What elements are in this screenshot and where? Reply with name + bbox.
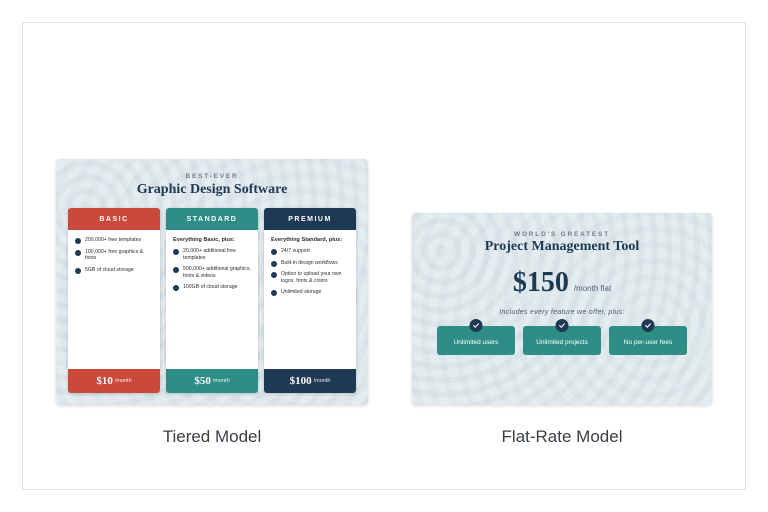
feature-item: Unlimited storage bbox=[271, 289, 349, 296]
tiered-card: BEST-EVER Graphic Design Software BASIC … bbox=[56, 159, 368, 405]
feature-item: 5GB of cloud storage bbox=[75, 267, 153, 274]
feature-item: 100,000+ free graphics & fonts bbox=[75, 249, 153, 262]
tier-premium: PREMIUM Everything Standard, plus: 24/7 … bbox=[264, 208, 356, 393]
feature-item: 20,000+ additional free templates bbox=[173, 248, 251, 261]
cards-row: BEST-EVER Graphic Design Software BASIC … bbox=[56, 159, 712, 447]
tier-premium-unit: /month bbox=[314, 378, 331, 384]
tier-premium-header: PREMIUM bbox=[264, 208, 356, 230]
flat-pill-users: Unlimited users bbox=[437, 326, 515, 355]
flat-price-row: $150 /month flat bbox=[513, 267, 611, 299]
tier-basic: BASIC 200,000+ free templates 100,000+ f… bbox=[68, 208, 160, 393]
feature-item: 100GB of cloud storage bbox=[173, 284, 251, 291]
flat-caption: Flat-Rate Model bbox=[502, 427, 623, 447]
flat-pill-fees: No per-user fees bbox=[609, 326, 687, 355]
flat-pills-row: Unlimited users Unlimited projects bbox=[437, 326, 687, 355]
feature-item: 24/7 support bbox=[271, 248, 349, 255]
feature-item: 200,000+ free templates bbox=[75, 237, 153, 244]
tier-premium-features: 24/7 support Built-in design workflows O… bbox=[271, 248, 349, 296]
check-icon bbox=[642, 319, 655, 332]
tiered-eyebrow: BEST-EVER bbox=[185, 173, 238, 180]
flat-tagline: Includes every feature we offer, plus: bbox=[499, 309, 624, 316]
flat-column: WORLD'S GREATEST Project Management Tool… bbox=[412, 213, 712, 447]
tier-basic-footer: $10 /month bbox=[68, 369, 160, 393]
tier-premium-price: $100 bbox=[290, 375, 312, 387]
tier-standard: STANDARD Everything Basic, plus: 20,000+… bbox=[166, 208, 258, 393]
tier-standard-body: Everything Basic, plus: 20,000+ addition… bbox=[166, 230, 258, 369]
flat-price: $150 bbox=[513, 267, 569, 299]
tiers-row: BASIC 200,000+ free templates 100,000+ f… bbox=[68, 208, 356, 393]
pill-label: Unlimited projects bbox=[536, 339, 588, 346]
tier-standard-header: STANDARD bbox=[166, 208, 258, 230]
tier-standard-unit: /month bbox=[213, 378, 230, 384]
check-icon bbox=[556, 319, 569, 332]
tier-basic-unit: /month bbox=[115, 378, 132, 384]
tier-standard-features: 20,000+ additional free templates 500,00… bbox=[173, 248, 251, 291]
tiered-title: Graphic Design Software bbox=[137, 182, 288, 198]
tier-standard-price: $50 bbox=[194, 375, 211, 387]
tier-premium-footer: $100 /month bbox=[264, 369, 356, 393]
tier-basic-price: $10 bbox=[96, 375, 113, 387]
flat-eyebrow: WORLD'S GREATEST bbox=[514, 231, 610, 238]
flat-price-unit: /month flat bbox=[574, 284, 611, 293]
tier-premium-lead: Everything Standard, plus: bbox=[271, 237, 349, 243]
tier-basic-features: 200,000+ free templates 100,000+ free gr… bbox=[75, 237, 153, 273]
tier-standard-footer: $50 /month bbox=[166, 369, 258, 393]
pill-label: Unlimited users bbox=[454, 339, 499, 346]
flat-title: Project Management Tool bbox=[485, 239, 640, 255]
feature-item: Built-in design workflows bbox=[271, 260, 349, 267]
flat-pill-projects: Unlimited projects bbox=[523, 326, 601, 355]
tier-basic-body: 200,000+ free templates 100,000+ free gr… bbox=[68, 230, 160, 369]
pill-label: No per-user fees bbox=[624, 339, 672, 346]
tiered-caption: Tiered Model bbox=[163, 427, 262, 447]
feature-item: 500,000+ additional graphics, fonts & vi… bbox=[173, 266, 251, 279]
comparison-frame: BEST-EVER Graphic Design Software BASIC … bbox=[22, 22, 746, 490]
tiered-column: BEST-EVER Graphic Design Software BASIC … bbox=[56, 159, 368, 447]
flat-card: WORLD'S GREATEST Project Management Tool… bbox=[412, 213, 712, 405]
check-icon bbox=[470, 319, 483, 332]
tier-premium-body: Everything Standard, plus: 24/7 support … bbox=[264, 230, 356, 369]
tier-standard-lead: Everything Basic, plus: bbox=[173, 237, 251, 243]
tier-basic-header: BASIC bbox=[68, 208, 160, 230]
feature-item: Option to upload your own logos, fonts &… bbox=[271, 271, 349, 284]
